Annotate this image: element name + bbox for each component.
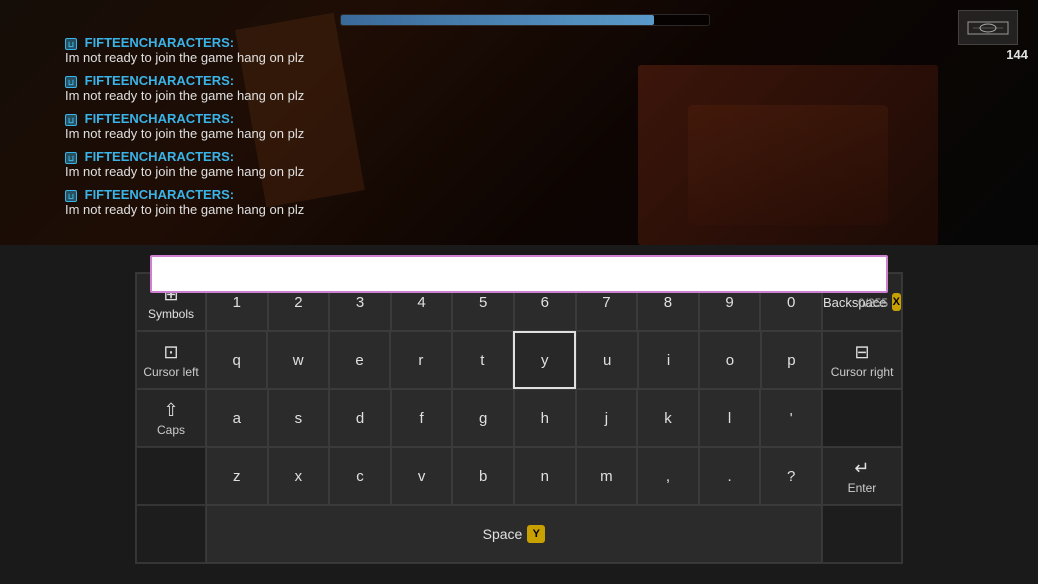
enter-icon: ↵ [854, 458, 869, 479]
chat-icon-5: ⊔ [65, 190, 77, 202]
key-p[interactable]: p [761, 331, 822, 389]
backspace-badge: X [892, 293, 901, 311]
chat-line-1: ⊔ FIFTEENCHARACTERS: Im not ready to joi… [65, 35, 345, 65]
chat-area: ⊔ FIFTEENCHARACTERS: Im not ready to joi… [65, 35, 345, 225]
key-k[interactable]: k [637, 389, 699, 447]
keyboard-row-zxcv: z x c v b n m , . ? ↵ Enter [136, 447, 902, 505]
key-t[interactable]: t [452, 331, 513, 389]
key-l[interactable]: l [699, 389, 761, 447]
key-w[interactable]: w [267, 331, 328, 389]
caps-icon: ⇧ [163, 400, 178, 421]
chat-message-1: Im not ready to join the game hang on pl… [65, 50, 345, 65]
chat-username-3: ⊔ FIFTEENCHARACTERS: [65, 111, 345, 126]
chat-text-input[interactable] [150, 255, 888, 293]
key-caps[interactable]: ⇧ Caps [136, 389, 206, 447]
key-empty-space-left [136, 505, 206, 563]
chat-icon-4: ⊔ [65, 152, 77, 164]
key-s[interactable]: s [268, 389, 330, 447]
key-cursor-right[interactable]: ⊟ Cursor right [822, 331, 902, 389]
chat-username-5: ⊔ FIFTEENCHARACTERS: [65, 187, 345, 202]
key-period[interactable]: . [699, 447, 761, 505]
key-q[interactable]: q [206, 331, 267, 389]
space-label: Space [483, 526, 523, 542]
key-cursor-left[interactable]: ⊡ Cursor left [136, 331, 206, 389]
key-g[interactable]: g [452, 389, 514, 447]
enter-label: Enter [848, 481, 877, 495]
chat-username-1: ⊔ FIFTEENCHARACTERS: [65, 35, 345, 50]
chat-message-4: Im not ready to join the game hang on pl… [65, 164, 345, 179]
key-comma[interactable]: , [637, 447, 699, 505]
key-a[interactable]: a [206, 389, 268, 447]
keyboard-row-space: Space Y [136, 505, 902, 563]
key-e[interactable]: e [329, 331, 390, 389]
key-x[interactable]: x [268, 447, 330, 505]
key-empty-r4 [136, 447, 206, 505]
space-y-badge: Y [527, 525, 545, 543]
char-counter: 0/255 [150, 296, 888, 310]
chat-icon-2: ⊔ [65, 76, 77, 88]
chat-line-2: ⊔ FIFTEENCHARACTERS: Im not ready to joi… [65, 73, 345, 103]
cursor-right-icon: ⊟ [855, 342, 870, 363]
key-empty-space-right [822, 505, 902, 563]
keyboard-row-qwerty: ⊡ Cursor left q w e r t y u i o p ⊟ Curs… [136, 331, 902, 389]
cursor-right-label: Cursor right [831, 365, 894, 379]
key-b[interactable]: b [452, 447, 514, 505]
chat-username-2: ⊔ FIFTEENCHARACTERS: [65, 73, 345, 88]
key-enter[interactable]: ↵ Enter [822, 447, 902, 505]
key-u[interactable]: u [576, 331, 637, 389]
progress-bar-container [340, 14, 710, 26]
key-i[interactable]: i [638, 331, 699, 389]
key-n[interactable]: n [514, 447, 576, 505]
key-empty-r3 [822, 389, 902, 447]
key-h[interactable]: h [514, 389, 576, 447]
key-v[interactable]: v [391, 447, 453, 505]
key-d[interactable]: d [329, 389, 391, 447]
cursor-left-icon: ⊡ [163, 342, 178, 363]
key-c[interactable]: c [329, 447, 391, 505]
key-o[interactable]: o [699, 331, 760, 389]
key-space[interactable]: Space Y [206, 505, 822, 563]
cursor-left-label: Cursor left [143, 365, 198, 379]
key-f[interactable]: f [391, 389, 453, 447]
minimap-icon [958, 10, 1018, 45]
chat-icon-3: ⊔ [65, 114, 77, 126]
chat-message-2: Im not ready to join the game hang on pl… [65, 88, 345, 103]
chat-line-3: ⊔ FIFTEENCHARACTERS: Im not ready to joi… [65, 111, 345, 141]
text-input-container: 0/255 [150, 255, 888, 310]
chat-username-4: ⊔ FIFTEENCHARACTERS: [65, 149, 345, 164]
key-question[interactable]: ? [760, 447, 822, 505]
key-z[interactable]: z [206, 447, 268, 505]
chat-icon-1: ⊔ [65, 38, 77, 50]
key-apostrophe[interactable]: ' [760, 389, 822, 447]
chat-line-5: ⊔ FIFTEENCHARACTERS: Im not ready to joi… [65, 187, 345, 217]
progress-bar-fill [341, 15, 654, 25]
chat-line-4: ⊔ FIFTEENCHARACTERS: Im not ready to joi… [65, 149, 345, 179]
minimap: 144 [948, 10, 1028, 65]
minimap-count: 144 [948, 47, 1028, 62]
virtual-keyboard: ⊞ Symbols 1 2 3 4 5 6 7 8 9 0 Backspace … [135, 272, 903, 564]
chat-message-3: Im not ready to join the game hang on pl… [65, 126, 345, 141]
key-m[interactable]: m [576, 447, 638, 505]
key-j[interactable]: j [576, 389, 638, 447]
key-r[interactable]: r [390, 331, 451, 389]
key-y[interactable]: y [513, 331, 576, 389]
keyboard-row-asdf: ⇧ Caps a s d f g h j k l ' [136, 389, 902, 447]
caps-label: Caps [157, 423, 185, 437]
chat-message-5: Im not ready to join the game hang on pl… [65, 202, 345, 217]
